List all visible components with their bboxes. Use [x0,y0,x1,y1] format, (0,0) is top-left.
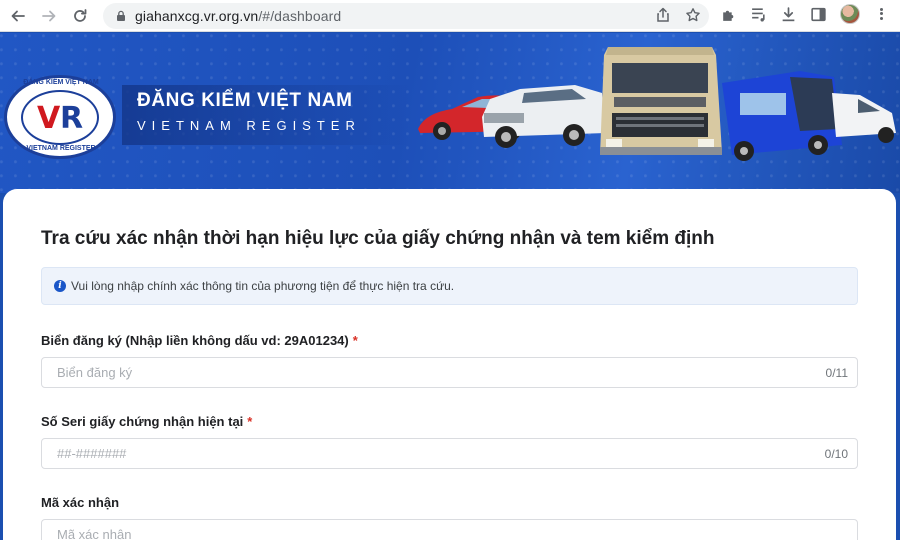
extensions-icon[interactable] [720,6,737,23]
certificate-serial-field: 0/10 [41,438,858,469]
vehicles-illustration [418,47,896,161]
blue-bus-illustration [722,71,842,161]
verification-code-label: Mã xác nhận [41,495,119,510]
license-plate-label: Biển đăng ký (Nhập liền không dấu vd: 29… [41,333,358,348]
url-domain: giahanxcg.vr.org.vn [135,8,259,24]
verification-code-field [41,519,858,540]
license-plate-input[interactable] [42,358,857,387]
profile-avatar[interactable] [840,4,860,24]
verification-code-label-text: Mã xác nhận [41,495,120,510]
share-icon[interactable] [655,7,671,23]
certificate-serial-label-text: Số Seri giấy chứng nhận hiện tại [41,414,244,429]
license-plate-char-counter: 0/11 [825,366,848,380]
info-alert: i Vui lòng nhập chính xác thông tin của … [41,267,858,305]
url-path: /#/dashboard [258,8,342,24]
forward-arrow-icon[interactable] [36,3,62,29]
side-panel-icon[interactable] [810,6,827,23]
lookup-form-card: Tra cứu xác nhận thời hạn hiệu lực của g… [3,189,896,540]
reload-icon[interactable] [67,3,93,29]
lock-icon[interactable] [115,10,127,22]
page-title: Tra cứu xác nhận thời hạn hiệu lực của g… [41,228,715,249]
more-menu-icon[interactable] [873,5,889,23]
white-suv-illustration [482,85,606,148]
verification-code-input[interactable] [42,520,857,540]
bookmark-star-icon[interactable] [685,7,701,23]
license-plate-field: 0/11 [41,357,858,388]
license-plate-label-text: Biển đăng ký (Nhập liền không dấu vd: 29… [41,333,349,348]
info-message: Vui lòng nhập chính xác thông tin của ph… [71,279,455,293]
site-banner: ĐĂNG KIỂM VIỆT NAM VR VIETNAM REGISTER Đ… [0,33,900,193]
info-icon: i [54,280,66,292]
certificate-serial-label: Số Seri giấy chứng nhận hiện tại * [41,414,252,429]
address-bar[interactable]: giahanxcg.vr.org.vn/#/dashboard [103,3,709,29]
required-mark: * [352,333,358,348]
required-mark: * [247,414,253,429]
truck-illustration [600,47,722,155]
back-arrow-icon[interactable] [5,3,31,29]
certificate-serial-input[interactable] [42,439,857,468]
browser-toolbar: giahanxcg.vr.org.vn/#/dashboard [0,0,900,32]
url-text: giahanxcg.vr.org.vn/#/dashboard [135,8,341,24]
download-icon[interactable] [780,6,797,23]
certificate-serial-char-counter: 0/10 [824,447,848,461]
media-queue-icon[interactable] [750,6,767,23]
white-van-illustration [832,93,896,143]
